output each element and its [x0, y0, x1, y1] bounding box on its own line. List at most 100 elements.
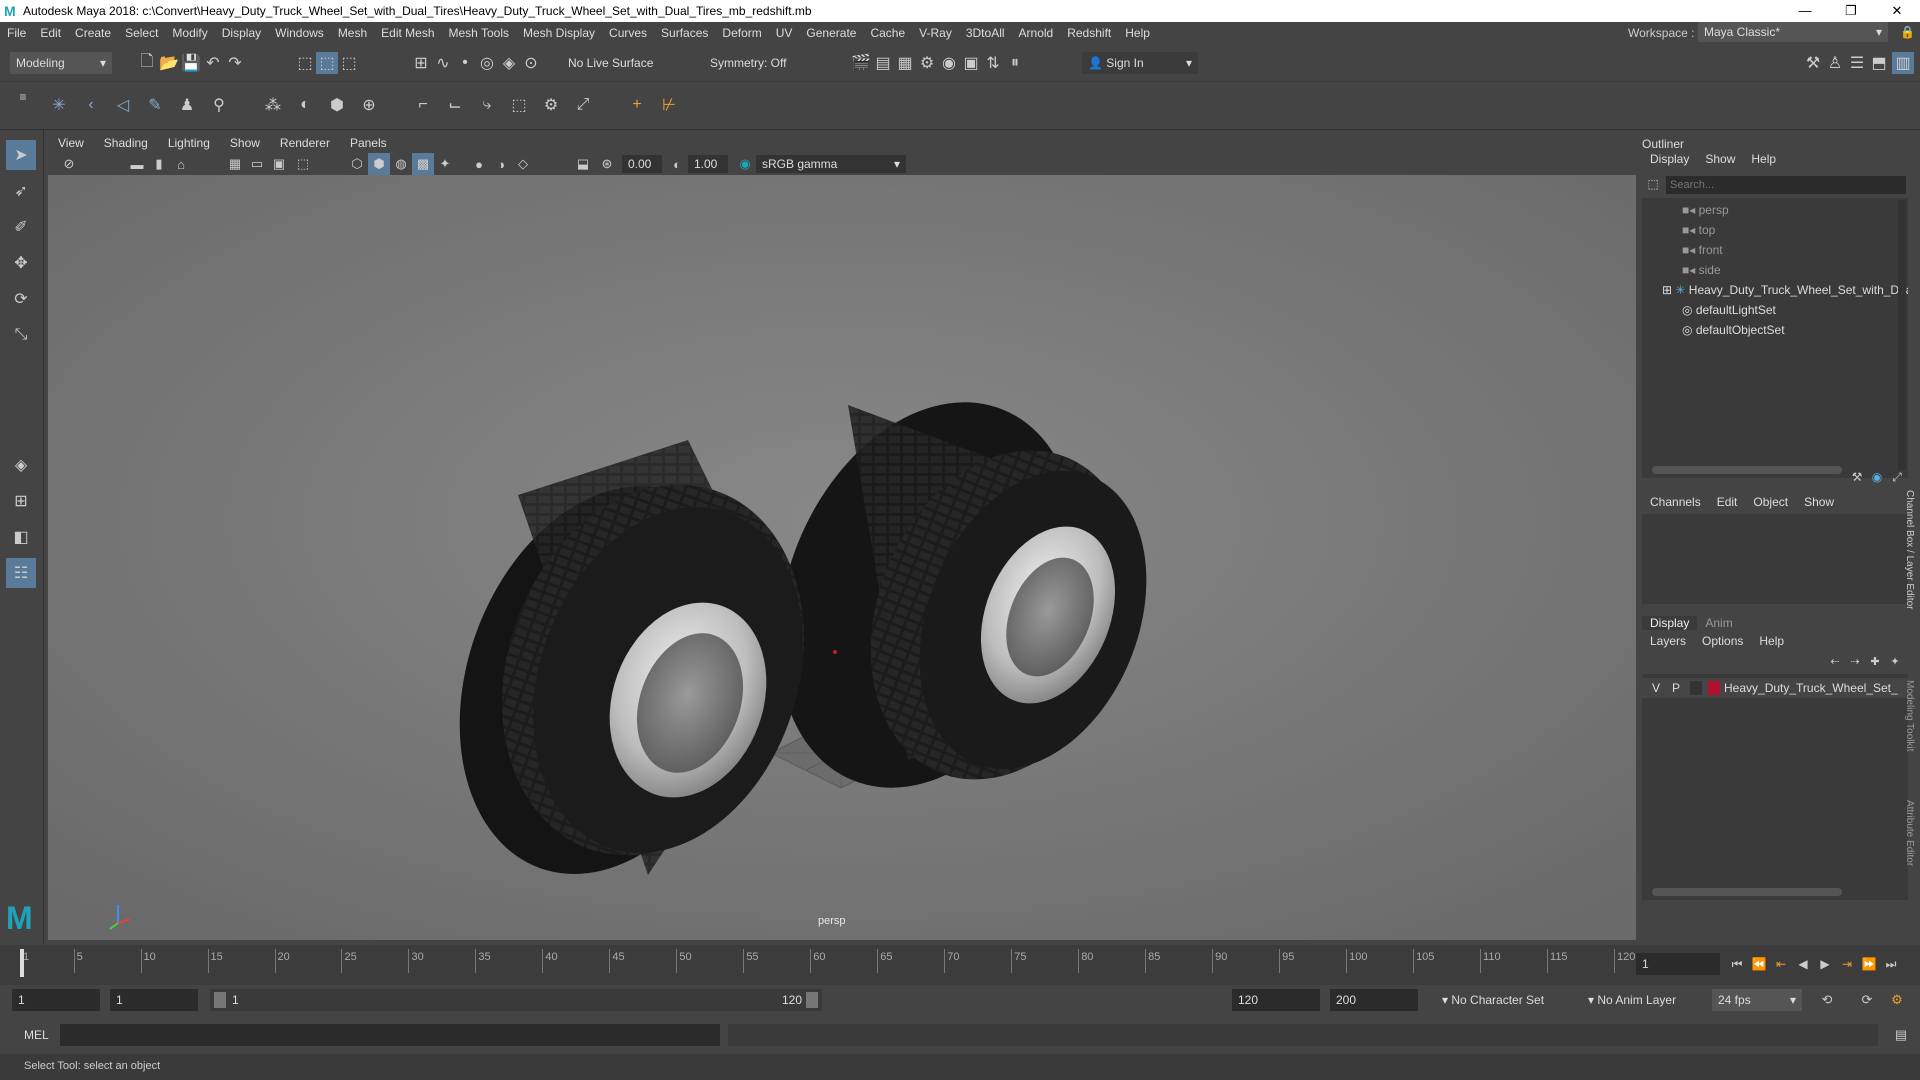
shelf-pencil-curve-icon[interactable]: ◁	[112, 94, 134, 116]
shelf-cluster-icon[interactable]: ⁂	[262, 94, 284, 116]
vray-render-icon[interactable]: ▣	[960, 52, 982, 74]
symmetry-field[interactable]: Symmetry: Off	[704, 52, 804, 74]
viewport-menu-show[interactable]: Show	[220, 136, 270, 150]
anti-aliasing-icon[interactable]: ◇	[512, 153, 534, 175]
playback-start-field[interactable]: 1	[110, 989, 198, 1011]
menu-display[interactable]: Display	[215, 26, 268, 40]
render-settings-icon[interactable]: ⚙	[916, 52, 938, 74]
smooth-shade-icon[interactable]: ⬢	[368, 153, 390, 175]
close-button[interactable]: ✕	[1874, 0, 1920, 22]
save-scene-icon[interactable]: 💾	[180, 52, 202, 74]
range-start-handle[interactable]	[214, 992, 226, 1008]
range-slider[interactable]: 1 120	[210, 989, 822, 1011]
ambient-occlusion-icon[interactable]: ◑	[490, 153, 512, 175]
viewport-menu-view[interactable]: View	[48, 136, 94, 150]
rotate-tool-icon[interactable]: ⟳	[6, 284, 36, 314]
wireframe-icon[interactable]: ⬡	[346, 153, 368, 175]
menu-surfaces[interactable]: Surfaces	[654, 26, 715, 40]
shelf-locator-icon[interactable]: +	[626, 94, 648, 116]
shelf-lattice-icon[interactable]: ◐	[294, 94, 316, 116]
shadows-icon[interactable]: ●	[468, 153, 490, 175]
end-frame-field[interactable]: 200	[1330, 989, 1418, 1011]
channel-box-menu-object[interactable]: Object	[1745, 495, 1796, 509]
layer-move-up-icon[interactable]: ⇠	[1826, 652, 1844, 670]
current-frame-field[interactable]: 1	[1636, 953, 1720, 975]
shelf-flare-icon[interactable]: ⌙	[444, 94, 466, 116]
image-plane-icon[interactable]: ⌂	[170, 153, 192, 175]
channel-box-menu-channels[interactable]: Channels	[1642, 495, 1709, 509]
loop-icon[interactable]: ⟲	[1816, 989, 1838, 1011]
snap-surface-icon[interactable]: ◈	[498, 52, 520, 74]
four-view-icon[interactable]: ⊞	[6, 486, 36, 516]
menu-edit-mesh[interactable]: Edit Mesh	[374, 26, 441, 40]
outliner-menu-help[interactable]: Help	[1743, 152, 1784, 172]
layer-menu-help[interactable]: Help	[1751, 634, 1792, 648]
time-ruler[interactable]: 1 5 10 15 20 25 30 35 40 45 50 55 60 65 70 75 80 85 90 95 10…	[20, 949, 1635, 977]
outliner-item-side[interactable]: ■◂ side	[1682, 260, 1721, 280]
menu-3dtoall[interactable]: 3DtoAll	[959, 26, 1012, 40]
gamma-field[interactable]: 1.00	[688, 155, 728, 173]
outliner-menu-display[interactable]: Display	[1642, 152, 1697, 172]
outliner-item-front[interactable]: ■◂ front	[1682, 240, 1723, 260]
viewport-menu-panels[interactable]: Panels	[340, 136, 397, 150]
layer-playback-toggle[interactable]: P	[1672, 681, 1680, 695]
menu-generate[interactable]: Generate	[799, 26, 863, 40]
two-view-icon[interactable]: ◧	[6, 522, 36, 552]
range-end-handle[interactable]	[806, 992, 818, 1008]
live-surface-field[interactable]: No Live Surface	[562, 52, 662, 74]
menu-curves[interactable]: Curves	[602, 26, 654, 40]
outliner-search-input[interactable]	[1666, 176, 1906, 194]
shelf-wrap-icon[interactable]: ⬢	[326, 94, 348, 116]
move-tool-icon[interactable]: ✥	[6, 248, 36, 278]
playback-end-field[interactable]: 120	[1232, 989, 1320, 1011]
shelf-ik-icon[interactable]: ⚲	[208, 94, 230, 116]
snap-pivot-icon[interactable]: ⊙	[520, 52, 542, 74]
command-input[interactable]	[60, 1024, 720, 1046]
shelf-bend-icon[interactable]: ⌐	[412, 94, 434, 116]
modeling-toolkit-icon[interactable]: ⚒	[1802, 52, 1824, 74]
layer-new-empty-icon[interactable]: ✚	[1866, 652, 1884, 670]
menu-help[interactable]: Help	[1118, 26, 1157, 40]
command-language-label[interactable]: MEL	[24, 1028, 49, 1042]
menu-windows[interactable]: Windows	[268, 26, 331, 40]
snap-point-icon[interactable]: •	[454, 52, 476, 74]
layer-reference-toggle[interactable]	[1690, 681, 1702, 695]
start-frame-field[interactable]: 1	[12, 989, 100, 1011]
outliner-vertical-scrollbar[interactable]	[1898, 200, 1906, 470]
menu-create[interactable]: Create	[68, 26, 118, 40]
expand-icon[interactable]: ⊞	[1662, 283, 1675, 297]
menu-select[interactable]: Select	[118, 26, 165, 40]
tab-display[interactable]: Display	[1642, 616, 1698, 630]
workspace-dropdown[interactable]: Maya Classic* ▾	[1698, 22, 1888, 42]
shelf-pivot-icon[interactable]: ⊬	[658, 94, 680, 116]
textured-icon[interactable]: ◍	[390, 153, 412, 175]
shelf-twist-icon[interactable]: ⤷	[476, 94, 498, 116]
outliner-layout-icon[interactable]: ☷	[6, 558, 36, 588]
shelf-menu-icon[interactable]: ≡	[12, 86, 34, 108]
exposure-icon[interactable]: ⊛	[596, 153, 618, 175]
menu-mesh-tools[interactable]: Mesh Tools	[442, 26, 516, 40]
channel-box-menu-edit[interactable]: Edit	[1709, 495, 1746, 509]
play-forwards-icon[interactable]: ▶	[1814, 953, 1836, 975]
single-view-icon[interactable]: ◈	[6, 450, 36, 480]
fps-dropdown[interactable]: 24 fps ▾	[1712, 989, 1802, 1011]
resolution-gate-icon[interactable]: ▣	[268, 153, 290, 175]
layer-name[interactable]: Heavy_Duty_Truck_Wheel_Set_	[1724, 681, 1904, 695]
open-scene-icon[interactable]: 📂	[158, 52, 180, 74]
auto-key-icon[interactable]: ⟳	[1856, 989, 1878, 1011]
go-to-end-icon[interactable]: ⏭	[1880, 953, 1902, 975]
shelf-sine-icon[interactable]: ⤢	[572, 94, 594, 116]
side-tab-modeling-toolkit[interactable]: Modeling Toolkit	[1904, 680, 1915, 752]
shelf-squash-icon[interactable]: ⬚	[508, 94, 530, 116]
shelf-ep-curve-icon[interactable]: ‹	[80, 94, 102, 116]
outliner-menu-show[interactable]: Show	[1697, 152, 1743, 172]
attribute-editor-icon[interactable]: ☰	[1846, 52, 1868, 74]
outliner-item-top[interactable]: ■◂ top	[1682, 220, 1715, 240]
menu-edit[interactable]: Edit	[33, 26, 68, 40]
grid-toggle-icon[interactable]: ▦	[224, 153, 246, 175]
filter-icon[interactable]: ⬚	[1644, 174, 1662, 194]
layer-row[interactable]: V P Heavy_Duty_Truck_Wheel_Set_	[1642, 678, 1908, 698]
layer-horizontal-scrollbar[interactable]	[1652, 888, 1842, 896]
step-back-key-icon[interactable]: ⏪	[1748, 953, 1770, 975]
menu-arnold[interactable]: Arnold	[1012, 26, 1061, 40]
